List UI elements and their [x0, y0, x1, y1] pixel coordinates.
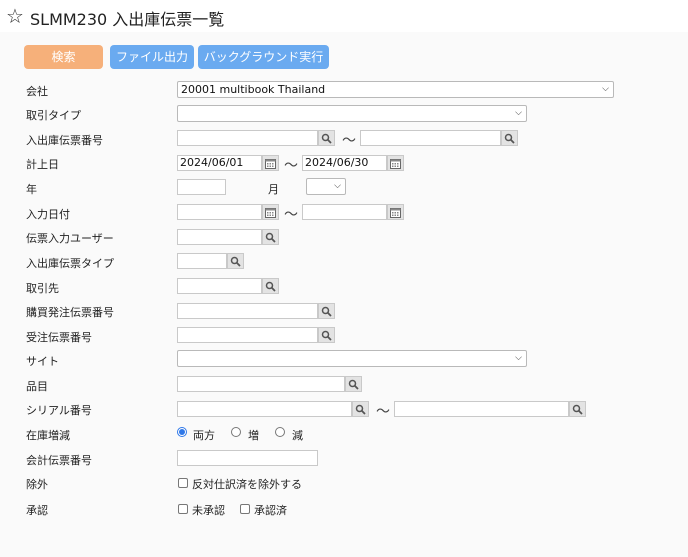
- approved-checkbox[interactable]: [240, 504, 250, 514]
- company-value: 20001 multibook Thailand: [181, 83, 326, 96]
- search-icon: [504, 133, 515, 144]
- approval-label: 承認: [26, 504, 48, 517]
- unapproved-checkbox[interactable]: [178, 504, 188, 514]
- item-input[interactable]: [177, 376, 345, 392]
- search-icon: [230, 256, 241, 267]
- posting-date-to-calendar-button[interactable]: [387, 155, 404, 171]
- radio-increase[interactable]: [231, 427, 241, 437]
- company-select[interactable]: 20001 multibook Thailand ⌵: [177, 81, 614, 98]
- input-date-from-calendar-button[interactable]: [262, 204, 279, 220]
- year-label: 年: [26, 183, 37, 196]
- radio-both[interactable]: [177, 427, 187, 437]
- input-user-label: 伝票入力ユーザー: [26, 232, 114, 245]
- company-label: 会社: [26, 85, 48, 98]
- chevron-down-icon: ⌵: [515, 108, 522, 118]
- star-icon[interactable]: ☆: [6, 4, 24, 28]
- range-separator: 〜: [284, 207, 298, 223]
- partner-label: 取引先: [26, 282, 59, 295]
- radio-decrease[interactable]: [275, 427, 285, 437]
- search-icon: [355, 404, 366, 415]
- voucher-no-from-input[interactable]: [177, 130, 318, 146]
- search-icon: [348, 379, 359, 390]
- background-run-button[interactable]: バックグラウンド実行: [198, 45, 329, 69]
- search-button[interactable]: 検索: [24, 45, 103, 69]
- posting-date-label: 計上日: [26, 158, 59, 171]
- voucher-no-to-search-button[interactable]: [501, 130, 518, 146]
- calendar-icon: [265, 208, 276, 218]
- posting-date-from-calendar-button[interactable]: [262, 155, 279, 171]
- voucher-no-label: 入出庫伝票番号: [26, 134, 103, 147]
- serial-no-from-search-button[interactable]: [352, 401, 369, 417]
- search-icon: [572, 404, 583, 415]
- calendar-icon: [390, 208, 401, 218]
- serial-no-to-search-button[interactable]: [569, 401, 586, 417]
- radio-decrease-label: 減: [292, 429, 303, 442]
- partner-input[interactable]: [177, 278, 262, 294]
- voucher-type-search-button[interactable]: [227, 253, 244, 269]
- exclusion-label: 除外: [26, 478, 48, 491]
- acct-voucher-label: 会計伝票番号: [26, 454, 92, 467]
- calendar-icon: [390, 159, 401, 169]
- search-icon: [321, 330, 332, 341]
- so-no-input[interactable]: [177, 327, 318, 343]
- voucher-no-to-input[interactable]: [360, 130, 501, 146]
- file-output-button[interactable]: ファイル出力: [110, 45, 194, 69]
- po-no-label: 購買発注伝票番号: [26, 306, 114, 319]
- site-select[interactable]: ⌵: [177, 350, 527, 367]
- range-separator: 〜: [284, 158, 298, 174]
- chevron-down-icon: ⌵: [334, 181, 341, 191]
- input-date-label: 入力日付: [26, 208, 70, 221]
- year-input[interactable]: [177, 179, 226, 195]
- search-icon: [321, 133, 332, 144]
- voucher-type-input[interactable]: [177, 253, 227, 269]
- radio-increase-label: 増: [248, 429, 259, 442]
- range-separator: 〜: [342, 133, 356, 149]
- stock-change-label: 在庫増減: [26, 429, 70, 442]
- exclude-reversal-label: 反対仕訳済を除外する: [192, 478, 302, 491]
- input-user-input[interactable]: [177, 229, 262, 245]
- page-title: SLMM230 入出庫伝票一覧: [30, 10, 225, 29]
- voucher-no-from-search-button[interactable]: [318, 130, 335, 146]
- input-date-from-input[interactable]: [177, 204, 262, 220]
- chevron-down-icon: ⌵: [515, 353, 522, 363]
- range-separator: 〜: [376, 404, 390, 420]
- radio-both-label: 両方: [193, 429, 215, 442]
- item-label: 品目: [26, 380, 48, 393]
- approved-label: 承認済: [254, 504, 287, 517]
- trade-type-select[interactable]: ⌵: [177, 105, 527, 122]
- po-no-input[interactable]: [177, 303, 318, 319]
- so-no-label: 受注伝票番号: [26, 331, 92, 344]
- partner-search-button[interactable]: [262, 278, 279, 294]
- input-user-search-button[interactable]: [262, 229, 279, 245]
- search-icon: [321, 306, 332, 317]
- exclude-reversal-checkbox[interactable]: [178, 478, 188, 488]
- search-icon: [265, 232, 276, 243]
- chevron-down-icon: ⌵: [602, 84, 609, 94]
- trade-type-label: 取引タイプ: [26, 109, 81, 122]
- month-select[interactable]: ⌵: [306, 178, 346, 195]
- voucher-type-label: 入出庫伝票タイプ: [26, 257, 114, 270]
- serial-no-from-input[interactable]: [177, 401, 352, 417]
- calendar-icon: [265, 159, 276, 169]
- posting-date-from-input[interactable]: 2024/06/01: [177, 155, 262, 171]
- so-no-search-button[interactable]: [318, 327, 335, 343]
- site-label: サイト: [26, 355, 59, 368]
- po-no-search-button[interactable]: [318, 303, 335, 319]
- page-header: ☆ SLMM230 入出庫伝票一覧: [0, 0, 688, 32]
- input-date-to-calendar-button[interactable]: [387, 204, 404, 220]
- posting-date-to-input[interactable]: 2024/06/30: [302, 155, 387, 171]
- serial-no-label: シリアル番号: [26, 404, 92, 417]
- serial-no-to-input[interactable]: [394, 401, 569, 417]
- search-icon: [265, 281, 276, 292]
- unapproved-label: 未承認: [192, 504, 225, 517]
- input-date-to-input[interactable]: [302, 204, 387, 220]
- item-search-button[interactable]: [345, 376, 362, 392]
- acct-voucher-input[interactable]: [177, 450, 318, 466]
- month-label: 月: [268, 183, 279, 196]
